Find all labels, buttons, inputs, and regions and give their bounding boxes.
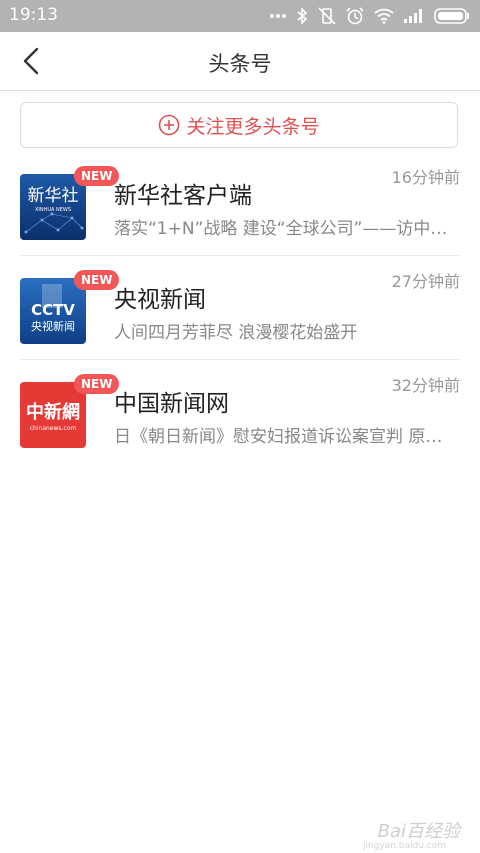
status-bar: 19:13 bbox=[0, 0, 480, 32]
vibrate-icon bbox=[318, 7, 336, 25]
avatar-xinhua-text: 新华社 bbox=[28, 186, 79, 206]
avatar-chinanews: 中新網 chinanews.com bbox=[20, 382, 86, 448]
item-snippet: 落实“1+N”战略 建设“全球公司”——访中国... bbox=[114, 219, 454, 239]
more-dots-icon bbox=[270, 14, 286, 18]
new-badge: NEW bbox=[74, 270, 120, 290]
follow-more-button[interactable]: 关注更多头条号 bbox=[20, 102, 458, 148]
status-time: 19:13 bbox=[9, 5, 58, 25]
new-badge: NEW bbox=[74, 374, 120, 394]
status-icons bbox=[270, 0, 470, 32]
item-time: 32分钟前 bbox=[391, 376, 460, 395]
signal-icon bbox=[404, 9, 422, 23]
avatar-cctv: CCTV 央视新闻 bbox=[20, 278, 86, 344]
avatar-cctv-text: CCTV bbox=[31, 301, 75, 319]
feed-item-xinhua[interactable]: 新华社 XINHUA NEWS NEW 新华社客户端 16分钟前 落实“1+N”… bbox=[20, 152, 460, 256]
feed-list: 新华社 XINHUA NEWS NEW 新华社客户端 16分钟前 落实“1+N”… bbox=[20, 152, 460, 463]
avatar-xinhua-sub: XINHUA NEWS bbox=[35, 207, 71, 213]
watermark-logo: Bai百经验 bbox=[377, 821, 460, 842]
alarm-icon bbox=[346, 7, 364, 25]
item-title: 新华社客户端 bbox=[114, 183, 252, 209]
avatar-chinanews-text: 中新網 bbox=[26, 401, 80, 423]
new-badge: NEW bbox=[74, 166, 120, 186]
follow-more-label: 关注更多头条号 bbox=[186, 115, 320, 138]
avatar-cctv-sub: 央视新闻 bbox=[31, 319, 75, 333]
watermark-url: jingyan.baidu.com bbox=[362, 841, 446, 851]
item-title: 中国新闻网 bbox=[114, 391, 229, 417]
plus-circle-icon bbox=[159, 114, 180, 136]
avatar-chinanews-sub: chinanews.com bbox=[30, 425, 77, 432]
page-title: 头条号 bbox=[208, 52, 272, 76]
nav-bar: 头条号 bbox=[0, 32, 480, 91]
item-time: 16分钟前 bbox=[391, 168, 460, 187]
feed-item-chinanews[interactable]: 中新網 chinanews.com NEW 中国新闻网 32分钟前 日《朝日新闻… bbox=[20, 360, 460, 463]
item-snippet: 人间四月芳菲尽 浪漫樱花始盛开 bbox=[114, 323, 358, 343]
wifi-icon bbox=[374, 8, 394, 24]
feed-item-cctv[interactable]: CCTV 央视新闻 NEW 央视新闻 27分钟前 人间四月芳菲尽 浪漫樱花始盛开 bbox=[20, 256, 460, 360]
item-title: 央视新闻 bbox=[114, 287, 206, 313]
item-snippet: 日《朝日新闻》慰安妇报道诉讼案宣判 原告... bbox=[114, 427, 454, 447]
bluetooth-icon bbox=[297, 7, 308, 25]
battery-icon bbox=[434, 8, 469, 24]
avatar-xinhua: 新华社 XINHUA NEWS bbox=[20, 174, 86, 240]
item-time: 27分钟前 bbox=[391, 272, 460, 291]
